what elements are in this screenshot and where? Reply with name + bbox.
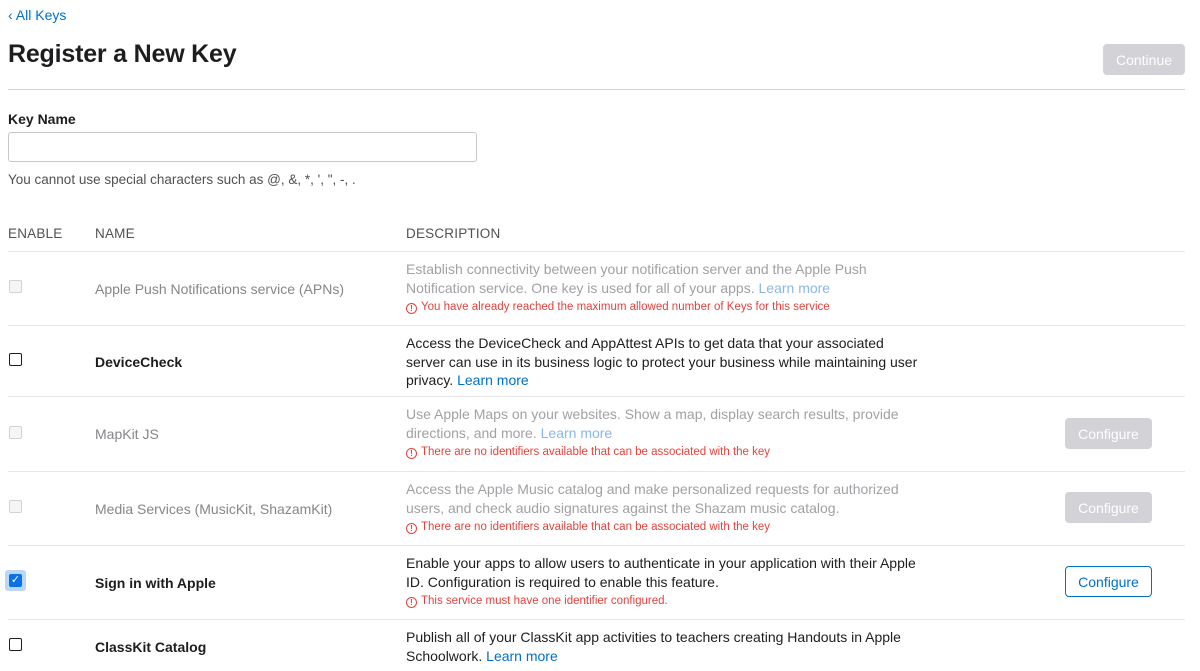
- exclamation-circle-icon: !: [406, 448, 417, 459]
- enable-checkbox[interactable]: [9, 500, 22, 513]
- service-description: Use Apple Maps on your websites. Show a …: [406, 405, 921, 442]
- service-name: Media Services (MusicKit, ShazamKit): [95, 501, 333, 517]
- back-to-all-keys-link[interactable]: ‹ All Keys: [8, 7, 66, 23]
- row-divider: [8, 396, 1185, 397]
- service-warning: ! There are no identifiers available that…: [406, 446, 770, 459]
- warning-text: This service must have one identifier co…: [421, 595, 668, 607]
- learn-more-link[interactable]: Learn more: [486, 648, 558, 664]
- enable-checkbox[interactable]: [9, 426, 22, 439]
- service-description: Establish connectivity between your noti…: [406, 260, 921, 297]
- back-link-label: All Keys: [15, 7, 67, 23]
- warning-text: You have already reached the maximum all…: [421, 301, 830, 313]
- configure-button[interactable]: Configure: [1065, 492, 1152, 523]
- chevron-left-icon: ‹: [8, 7, 16, 23]
- service-name: MapKit JS: [95, 426, 159, 442]
- enable-checkbox[interactable]: [9, 638, 22, 651]
- service-description: Access the DeviceCheck and AppAttest API…: [406, 334, 921, 390]
- page-title: Register a New Key: [8, 40, 237, 68]
- checkmark-icon: ✓: [9, 574, 22, 587]
- table-divider: [8, 251, 1185, 252]
- service-warning: ! You have already reached the maximum al…: [406, 301, 830, 314]
- enable-checkbox[interactable]: [9, 353, 22, 366]
- column-header-name: NAME: [95, 226, 135, 241]
- service-name: Apple Push Notifications service (APNs): [95, 281, 344, 297]
- description-text: Publish all of your ClassKit app activit…: [406, 629, 901, 664]
- enable-checkbox[interactable]: [9, 280, 22, 293]
- learn-more-link[interactable]: Learn more: [759, 280, 831, 296]
- warning-text: There are no identifiers available that …: [421, 521, 771, 533]
- configure-button[interactable]: Configure: [1065, 418, 1152, 449]
- service-warning: ! There are no identifiers available that…: [406, 521, 770, 534]
- key-name-label: Key Name: [8, 111, 76, 127]
- column-header-enable: ENABLE: [8, 226, 63, 241]
- service-name: ClassKit Catalog: [95, 639, 207, 655]
- configure-button[interactable]: Configure: [1065, 566, 1152, 597]
- exclamation-circle-icon: !: [406, 523, 417, 534]
- enable-checkbox[interactable]: ✓: [5, 570, 26, 591]
- key-name-input[interactable]: [8, 132, 477, 162]
- service-description: Enable your apps to allow users to authe…: [406, 555, 916, 590]
- column-header-description: DESCRIPTION: [406, 226, 501, 241]
- key-name-hint: You cannot use special characters such a…: [8, 172, 356, 187]
- service-description: Publish all of your ClassKit app activit…: [406, 628, 921, 665]
- header-divider: [8, 89, 1185, 90]
- warning-text: There are no identifiers available that …: [421, 446, 771, 458]
- exclamation-circle-icon: !: [406, 303, 417, 314]
- continue-button[interactable]: Continue: [1103, 44, 1185, 75]
- row-divider: [8, 325, 1185, 326]
- description-text: Use Apple Maps on your websites. Show a …: [406, 406, 899, 441]
- service-name: Sign in with Apple: [95, 575, 216, 591]
- service-name: DeviceCheck: [95, 354, 183, 370]
- service-warning: ! This service must have one identifier c…: [406, 595, 668, 608]
- service-description: Access the Apple Music catalog and make …: [406, 481, 899, 516]
- row-divider: [8, 471, 1185, 472]
- learn-more-link[interactable]: Learn more: [541, 425, 613, 441]
- exclamation-circle-icon: !: [406, 597, 417, 608]
- row-divider: [8, 619, 1185, 620]
- learn-more-link[interactable]: Learn more: [457, 372, 529, 388]
- row-divider: [8, 545, 1185, 546]
